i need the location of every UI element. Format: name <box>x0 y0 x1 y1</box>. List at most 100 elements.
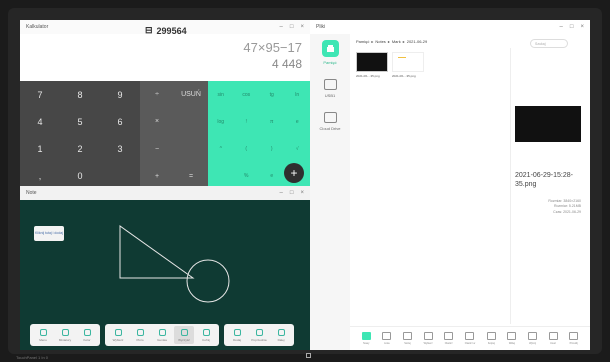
action-button[interactable]: Sortuj <box>402 332 412 345</box>
calc-sci-key[interactable]: cos <box>234 81 260 108</box>
action-label: Prześlij <box>569 342 578 345</box>
sidebar-item[interactable]: Pamięć <box>321 40 339 65</box>
toolbar-button-label: Pióro <box>136 337 144 342</box>
calc-op-key[interactable]: − <box>140 136 174 163</box>
action-button[interactable]: Usuń <box>548 332 558 345</box>
calc-sci-key[interactable]: log <box>208 108 234 135</box>
toolbar-button[interactable]: Pióro <box>130 326 150 344</box>
calc-key[interactable]: 5 <box>60 108 100 135</box>
maximize-icon[interactable]: □ <box>290 24 294 30</box>
calc-sci-key[interactable]: tg <box>259 81 285 108</box>
usb-icon <box>323 79 337 90</box>
breadcrumb-item[interactable]: 2021-06-29 <box>407 39 427 44</box>
calc-key[interactable]: 4 <box>20 108 60 135</box>
action-button[interactable]: Prześlij <box>569 332 579 345</box>
toolbar-button[interactable]: Menu <box>33 326 53 344</box>
calc-key[interactable]: 1 <box>20 136 60 163</box>
files-window: Pliki – □ × Pamięć USB1 Cloud Drive Pamięć… <box>310 20 590 350</box>
files-main: Pamięć ▸ Notes ▸ Mark ▸ 2021-06-29 2021-06-...… <box>350 34 510 324</box>
calc-op-key[interactable]: ÷ <box>140 81 174 108</box>
calc-sci-key[interactable]: ! <box>234 108 260 135</box>
action-button[interactable]: Otwórz <box>444 332 454 345</box>
action-label: Kopiuj <box>487 342 495 345</box>
calc-sci-key[interactable]: e <box>285 108 311 135</box>
calc-op-key[interactable]: × <box>140 108 174 135</box>
toolbar-button[interactable]: Cofnij <box>196 326 216 344</box>
files-action-bar: Nowy Lista Sortuj Wybierz Otwórz Otwórz w Kopi… <box>350 326 590 350</box>
window-controls: – □ × <box>560 24 584 30</box>
file-item[interactable]: 2021-06-...35.png <box>356 52 388 78</box>
calc-sci-key[interactable]: sin <box>208 81 234 108</box>
action-button[interactable]: Wklej <box>507 332 517 345</box>
close-icon[interactable]: × <box>300 190 304 196</box>
calc-sci-key[interactable]: √ <box>285 136 311 163</box>
action-button[interactable]: Wybierz <box>423 332 433 345</box>
minimize-icon[interactable]: – <box>560 24 563 30</box>
circle-stroke <box>186 259 230 303</box>
chevron-right-icon: ▸ <box>387 38 390 44</box>
file-name: 2021-06-...35.png <box>356 74 380 78</box>
note-titlebar[interactable]: Note – □ × <box>20 186 310 200</box>
file-item[interactable]: 2021-06-...35.png <box>392 52 424 78</box>
window-controls: – □ × <box>280 190 304 196</box>
operator-keys: ÷ USUŃ × − + = <box>140 81 208 190</box>
calc-op-key[interactable] <box>174 136 208 163</box>
home-icon[interactable] <box>306 353 311 358</box>
tool-icon <box>158 328 166 336</box>
action-button[interactable]: Kopiuj <box>486 332 496 345</box>
minimize-icon[interactable]: – <box>280 24 283 30</box>
close-icon[interactable]: × <box>300 24 304 30</box>
toolbar-button[interactable]: Wyczyść <box>174 326 194 344</box>
sticky-note[interactable]: Kliknij tutaj i dodaj <box>34 226 64 241</box>
calc-sci-key[interactable]: ) <box>259 136 285 163</box>
tool-icon <box>39 328 47 336</box>
calc-key[interactable]: 7 <box>20 81 60 108</box>
toolbar-group: Menu Miniatury Kolor <box>30 324 100 346</box>
toolbar-button-label: Poprzednia <box>251 337 267 342</box>
sidebar-item[interactable]: Cloud Drive <box>319 112 341 131</box>
triangle-stroke <box>119 225 195 279</box>
calc-sci-key[interactable]: ^ <box>208 136 234 163</box>
files-titlebar[interactable]: Pliki – □ × <box>310 20 590 34</box>
calc-key[interactable]: 8 <box>60 81 100 108</box>
cloud-icon <box>323 112 337 123</box>
note-window: Note – □ × Kliknij tutaj i dodaj Menu Min… <box>20 186 310 350</box>
toolbar-group: Wybierz Pióro Gumka Wyczyść Cofnij <box>105 324 219 346</box>
sidebar-item[interactable]: USB1 <box>323 79 337 98</box>
minimize-icon[interactable]: – <box>280 190 283 196</box>
calculator-result: 4 448 <box>271 57 302 71</box>
breadcrumb-item[interactable]: Mark <box>392 39 401 44</box>
search-input[interactable]: Szukaj <box>530 39 568 48</box>
calc-op-key[interactable]: USUŃ <box>174 81 208 108</box>
toolbar-button[interactable]: Dodaj <box>227 326 247 344</box>
breadcrumb-item[interactable]: Pamięć <box>356 39 369 44</box>
toolbar-button[interactable]: Gumka <box>152 326 172 344</box>
file-thumbnail <box>356 52 388 72</box>
toolbar-button[interactable]: Dalej <box>271 326 291 344</box>
action-label: Wklej <box>508 342 515 345</box>
calc-key[interactable]: 3 <box>100 136 140 163</box>
action-icon <box>361 332 371 340</box>
action-button[interactable]: Nowy <box>361 332 371 345</box>
calc-key[interactable]: 6 <box>100 108 140 135</box>
sidebar-item-label: Cloud Drive <box>319 126 341 131</box>
calc-key[interactable]: 2 <box>60 136 100 163</box>
calc-op-key[interactable] <box>174 108 208 135</box>
tool-icon <box>83 328 91 336</box>
calc-key[interactable]: 9 <box>100 81 140 108</box>
action-button[interactable]: Otwórz w <box>465 332 475 345</box>
calc-sci-key[interactable]: π <box>259 108 285 135</box>
calc-sci-key[interactable]: ln <box>285 81 311 108</box>
action-button[interactable]: Lista <box>382 332 392 345</box>
toolbar-button[interactable]: Poprzednia <box>249 326 269 344</box>
toolbar-button[interactable]: Miniatury <box>55 326 75 344</box>
calc-sci-key[interactable]: ( <box>234 136 260 163</box>
add-fab-button[interactable]: + <box>284 163 304 183</box>
close-icon[interactable]: × <box>580 24 584 30</box>
toolbar-button[interactable]: Wybierz <box>108 326 128 344</box>
breadcrumb-item[interactable]: Notes <box>375 39 385 44</box>
action-button[interactable]: Wytnij <box>527 332 537 345</box>
toolbar-button[interactable]: Kolor <box>77 326 97 344</box>
maximize-icon[interactable]: □ <box>570 24 574 30</box>
maximize-icon[interactable]: □ <box>290 190 294 196</box>
